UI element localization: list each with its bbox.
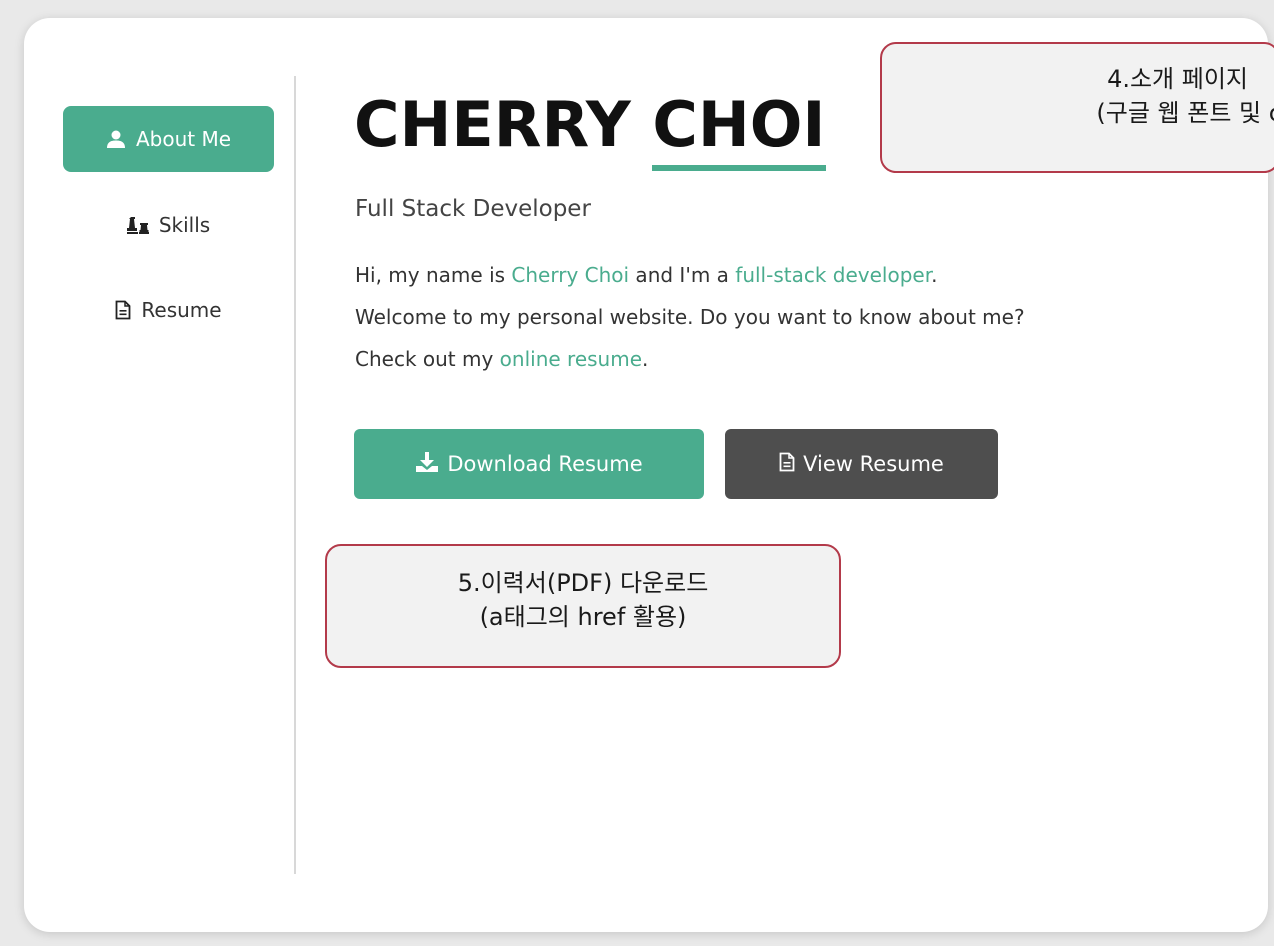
download-resume-button[interactable]: Download Resume — [354, 429, 704, 499]
intro-text: Hi, my name is Cherry Choi and I'm a ful… — [355, 254, 1025, 380]
sidebar-divider — [294, 76, 296, 874]
user-icon — [106, 129, 126, 149]
view-resume-button[interactable]: View Resume — [725, 429, 998, 499]
name-underline — [652, 165, 826, 171]
online-resume-link[interactable]: online resume — [500, 347, 642, 371]
sidebar: About Me Skills Resume — [24, 18, 296, 932]
sidebar-item-label: About Me — [135, 127, 232, 151]
document-icon — [115, 300, 131, 320]
last-name: CHOI — [652, 88, 826, 161]
intro-line-2: Welcome to my personal website. Do you w… — [355, 305, 1025, 329]
intro-line-1: Hi, my name is Cherry Choi and I'm a ful… — [355, 254, 1025, 296]
document-icon — [779, 452, 795, 477]
intro-text-segment: Hi, my name is — [355, 263, 512, 287]
callout-line: (구글 웹 폰트 및 colo — [1096, 99, 1274, 127]
subtitle: Full Stack Developer — [355, 196, 591, 222]
intro-text-segment: Check out my — [355, 347, 500, 371]
intro-text-segment: . — [642, 347, 649, 371]
last-name-wrapper: CHOI — [652, 94, 826, 171]
annotation-callout-5: 5.이력서(PDF) 다운로드 (a태그의 href 활용) — [325, 544, 841, 668]
annotation-callout-4: 4.소개 페이지 (구글 웹 폰트 및 colo — [880, 42, 1274, 173]
sidebar-item-skills[interactable]: Skills — [63, 192, 274, 258]
page-title: CHERRY CHOI — [354, 94, 826, 171]
role-link[interactable]: full-stack developer — [735, 263, 931, 287]
callout-line: 4.소개 페이지 — [1107, 65, 1248, 93]
sidebar-item-label: Resume — [141, 298, 222, 322]
sidebar-item-resume[interactable]: Resume — [63, 277, 274, 343]
download-icon — [415, 451, 439, 478]
intro-text-segment: . — [931, 263, 938, 287]
callout-line: (a태그의 href 활용) — [479, 603, 687, 631]
view-resume-label: View Resume — [803, 452, 944, 476]
intro-text-segment: and I'm a — [629, 263, 736, 287]
callout-line: 5.이력서(PDF) 다운로드 — [457, 569, 709, 597]
chess-icon — [126, 215, 149, 235]
sidebar-item-about-me[interactable]: About Me — [63, 106, 274, 172]
intro-line-3: Check out my online resume. — [355, 338, 1025, 380]
sidebar-item-label: Skills — [158, 213, 211, 237]
name-link[interactable]: Cherry Choi — [511, 263, 629, 287]
first-name: CHERRY — [354, 88, 631, 161]
download-resume-label: Download Resume — [447, 452, 643, 476]
